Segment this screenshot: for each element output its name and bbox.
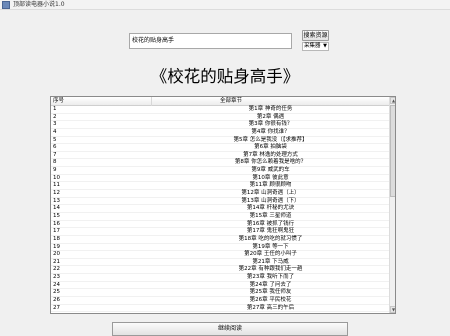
chapter-rows: 1 第1章 神奇的任务 2 第2章 偶遇 3 第3章 你很有钱？ 4 第4章 你找谁？ 5 第5章… — [51, 106, 389, 313]
chapter-row[interactable]: 18 第18章 吃的吃的就习惯了 — [51, 236, 389, 244]
chapter-seq: 5 — [53, 136, 57, 143]
chapter-row[interactable]: 9 第9章 威武的车 — [51, 167, 389, 175]
chapter-seq: 12 — [53, 190, 60, 197]
chapter-row[interactable]: 16 第16章 被抓了钱行 — [51, 221, 389, 229]
scroll-down-arrow-icon[interactable]: ▼ — [390, 306, 395, 313]
book-title: 《校花的贴身高手》 — [150, 67, 300, 86]
scroll-up-arrow-icon[interactable]: ▲ — [390, 97, 395, 104]
chapter-seq: 13 — [53, 197, 60, 204]
chapter-row[interactable]: 24 第24章 了问去了 — [51, 282, 389, 290]
chapter-seq: 25 — [53, 289, 60, 296]
chapter-row[interactable]: 27 第27章 高三的午后 — [51, 305, 389, 313]
chapter-seq: 26 — [53, 297, 60, 304]
chapter-seq: 1 — [53, 106, 57, 112]
chapter-seq: 4 — [53, 128, 57, 135]
title-bar: 顶部读电器小说1.0 — [0, 0, 450, 10]
chapter-row[interactable]: 20 第20章 王任的小叫子 — [51, 251, 389, 259]
chapter-row[interactable]: 14 第14章 杆秘的尤诀 — [51, 205, 389, 213]
chapter-name: 第4章 你找谁？ — [251, 128, 290, 135]
chapter-name: 第8章 你怎么赖着我是啥的？ — [234, 159, 307, 166]
chapter-name: 第9章 威武的车 — [251, 167, 290, 174]
chapter-seq: 22 — [53, 266, 60, 273]
chapter-row[interactable]: 22 第22章 有种跟我们走一趟 — [51, 266, 389, 275]
chapter-row[interactable]: 2 第2章 偶遇 — [51, 114, 389, 122]
chapter-row[interactable]: 6 第6章 拍脑袋 — [51, 144, 389, 152]
chapter-seq: 27 — [53, 304, 60, 311]
chapter-seq: 23 — [53, 274, 60, 281]
chapter-row[interactable]: 17 第17章 鬼狂啊鬼狂 — [51, 228, 389, 236]
chapter-seq: 6 — [53, 144, 57, 151]
chapter-seq: 21 — [53, 258, 60, 265]
chapter-row[interactable]: 5 第5章 怎么是我没（【求推荐】 — [51, 137, 389, 145]
source-select-value: 采集器 — [304, 43, 321, 49]
window-title: 顶部读电器小说1.0 — [13, 1, 65, 8]
chapter-name: 第15章 三星师道 — [249, 212, 292, 219]
chapter-seq: 7 — [53, 151, 57, 158]
chapter-row[interactable]: 1 第1章 神奇的任务 — [51, 106, 389, 114]
app-icon — [2, 1, 10, 9]
chapter-seq: 2 — [53, 113, 57, 120]
search-resource-button[interactable]: 搜索资源 — [302, 30, 329, 41]
chapter-name: 第26章 平民校花 — [249, 297, 292, 304]
chapter-seq: 24 — [53, 281, 60, 288]
chapter-name: 第12章 山洞奇遇（上） — [241, 190, 300, 197]
chapter-seq: 8 — [53, 159, 57, 166]
chapter-row[interactable]: 13 第13章 山洞奇遇（下） — [51, 198, 389, 206]
chapter-row[interactable]: 21 第21章 下马威 — [51, 259, 389, 267]
chapter-seq: 9 — [53, 167, 57, 174]
chapter-name: 第14章 杆秘的尤诀 — [246, 205, 295, 212]
chapter-seq: 17 — [53, 228, 60, 235]
chapter-name: 第3章 你很有钱？ — [248, 121, 293, 128]
chapter-row[interactable]: 23 第23章 我听下而了 — [51, 274, 389, 282]
chapter-seq: 3 — [53, 121, 57, 128]
chapter-name: 第17章 鬼狂啊鬼狂 — [246, 228, 295, 235]
search-input[interactable]: 校花的贴身高手 — [129, 33, 292, 49]
chapter-name: 第11章 顾很顾吻 — [249, 182, 292, 189]
chapter-row[interactable]: 26 第26章 平民校花 — [51, 297, 389, 305]
continue-reading-button[interactable]: 继续阅读 — [112, 322, 348, 336]
chapter-row[interactable]: 4 第4章 你找谁？ — [51, 129, 389, 137]
chapter-row[interactable]: 12 第12章 山洞奇遇（上） — [51, 190, 389, 198]
vertical-scrollbar[interactable]: ▲ ▼ — [389, 97, 395, 313]
chapter-seq: 19 — [53, 243, 60, 250]
chapter-name: 第22章 有种跟我们走一趟 — [238, 266, 303, 273]
chapter-row[interactable]: 15 第15章 三星师道 — [51, 213, 389, 221]
chapter-name: 第25章 我任师友 — [249, 289, 292, 296]
chapter-seq: 11 — [53, 182, 60, 189]
chapter-name: 第27章 高三的午后 — [246, 304, 295, 311]
chapter-seq: 15 — [53, 212, 60, 219]
source-select[interactable]: 采集器 ▼ — [302, 42, 329, 51]
chapter-name: 第23章 我听下而了 — [246, 274, 295, 281]
chapter-seq: 18 — [53, 235, 60, 242]
chapter-row[interactable]: 8 第8章 你怎么赖着我是啥的？ — [51, 159, 389, 168]
chapter-seq: 14 — [53, 205, 60, 212]
column-header-chapters[interactable]: 全部章节 — [152, 97, 389, 106]
chapter-row[interactable]: 7 第7章 林逸的处理方式 — [51, 152, 389, 160]
chapter-row[interactable]: 3 第3章 你很有钱？ — [51, 121, 389, 129]
chapter-seq: 20 — [53, 251, 60, 258]
chapter-seq: 16 — [53, 220, 60, 227]
chapter-name: 第18章 吃的吃的就习惯了 — [238, 235, 303, 242]
column-header-seq[interactable]: 序号 — [53, 97, 64, 106]
chapter-row[interactable]: 10 第10章 彼此意 — [51, 175, 389, 183]
scrollbar-thumb[interactable] — [390, 105, 395, 197]
chapter-name: 第6章 拍脑袋 — [254, 144, 287, 151]
chapter-row[interactable]: 11 第11章 顾很顾吻 — [51, 182, 389, 191]
chapter-row[interactable]: 19 第19章 等一下 — [51, 244, 389, 252]
chevron-down-icon: ▼ — [323, 43, 327, 49]
chapter-seq: 10 — [53, 174, 60, 181]
list-header: 序号 全部章节 — [51, 97, 389, 106]
chapter-list[interactable]: 序号 全部章节 1 第1章 神奇的任务 2 第2章 偶遇 3 第3章 你很有钱？ 4 第4章 … — [50, 96, 396, 314]
chapter-name: 第20章 王任的小叫子 — [244, 251, 297, 258]
chapter-row[interactable]: 25 第25章 我任师友 — [51, 289, 389, 298]
chapter-name: 第1章 神奇的任务 — [248, 106, 293, 112]
